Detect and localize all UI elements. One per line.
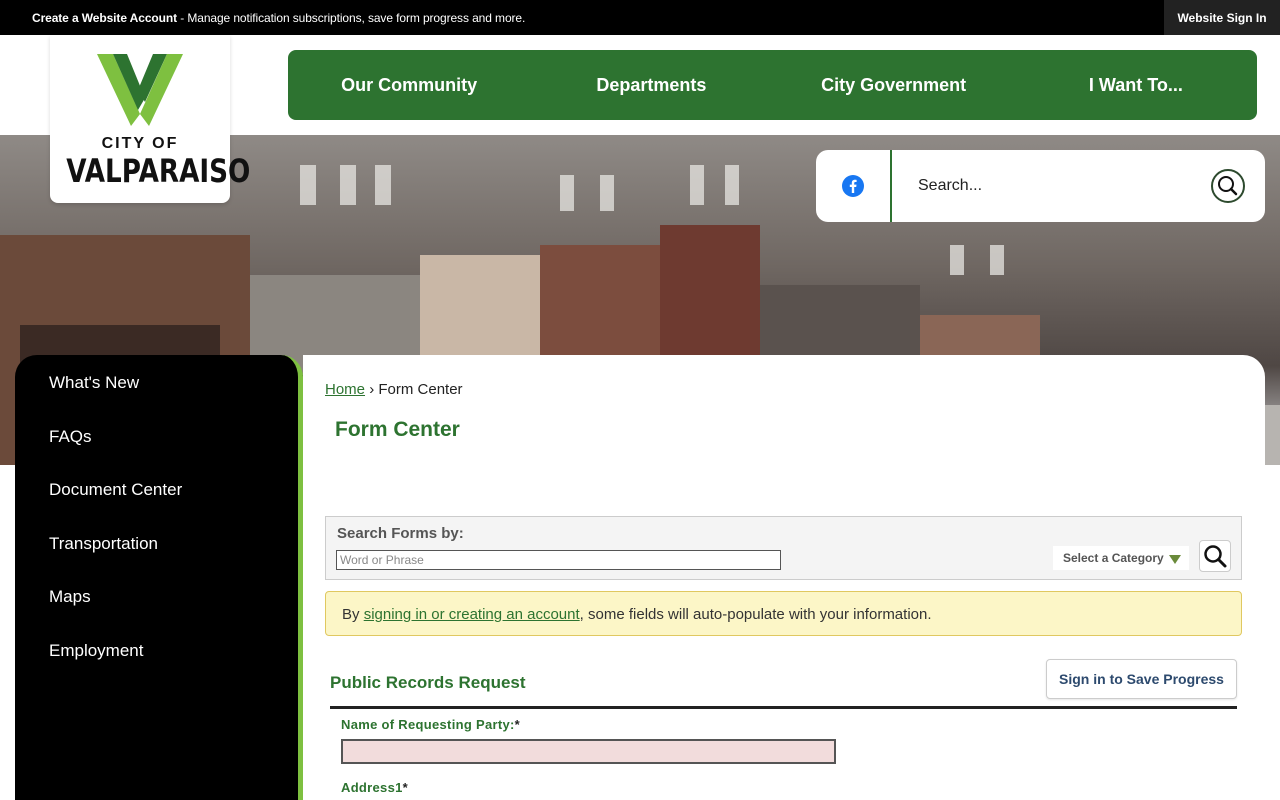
search-icon [1218,176,1238,196]
sign-in-create-account-link[interactable]: signing in or creating an account [364,606,580,623]
sidebar-item-transportation[interactable]: Transportation [49,534,158,554]
category-select-label: Select a Category [1063,551,1164,565]
main-navigation: Our Community Departments City Governmen… [288,50,1257,120]
top-utility-bar: Create a Website Account - Manage notifi… [0,0,1280,35]
search-forms-button[interactable] [1199,540,1231,572]
field-label-address1-text: Address1 [341,780,403,795]
field-label-name-text: Name of Requesting Party: [341,717,515,732]
breadcrumb-home-link[interactable]: Home [325,381,365,398]
logo-line-city-of: CITY OF [101,135,179,152]
breadcrumb-separator: › [369,381,375,398]
notice-prefix: By [342,606,364,623]
search-button[interactable] [1211,169,1245,203]
category-select[interactable]: Select a Category [1053,546,1189,570]
logo-line-valparaiso: VALPARAISO [66,152,251,190]
nav-i-want-to[interactable]: I Want To... [1015,75,1257,96]
required-marker: * [514,717,521,732]
facebook-icon [842,175,864,197]
search-input[interactable]: Search... [918,177,982,195]
sidebar-item-document-center[interactable]: Document Center [49,480,182,500]
facebook-link[interactable] [816,150,892,222]
breadcrumb-current: Form Center [378,381,463,398]
valparaiso-v-logo-icon [97,54,183,126]
sign-in-save-progress-button[interactable]: Sign in to Save Progress [1046,659,1237,699]
search-forms-label: Search Forms by: [337,525,464,542]
sidebar-item-faqs[interactable]: FAQs [49,427,92,447]
notice-suffix: , some fields will auto-populate with yo… [579,606,932,623]
nav-city-government[interactable]: City Government [773,75,1015,96]
sidebar-item-employment[interactable]: Employment [49,641,143,661]
create-account-link[interactable]: Create a Website Account - Manage notifi… [32,11,525,25]
city-logo[interactable]: CITY OF VALPARAISO [50,35,251,203]
name-of-requesting-party-input[interactable] [341,739,836,764]
main-content: Home › Form Center Form Center Search Fo… [303,355,1265,800]
sign-in-notice: By signing in or creating an account, so… [325,591,1242,636]
sidebar-item-maps[interactable]: Maps [49,587,91,607]
create-account-desc: - Manage notification subscriptions, sav… [176,11,526,25]
field-label-address1: Address1* [341,780,408,795]
website-sign-in-button[interactable]: Website Sign In [1164,0,1280,35]
sidebar-item-whats-new[interactable]: What's New [49,373,139,393]
form-divider [330,706,1237,709]
nav-departments[interactable]: Departments [530,75,772,96]
search-forms-input[interactable]: Word or Phrase [336,550,781,570]
form-title: Public Records Request [330,673,526,692]
side-navigation: What's New FAQs Document Center Transpor… [15,355,303,800]
field-label-name: Name of Requesting Party:* [341,717,520,732]
required-marker: * [402,780,409,795]
page-title: Form Center [335,418,460,441]
create-account-bold: Create a Website Account [32,11,177,25]
nav-our-community[interactable]: Our Community [288,75,530,96]
site-search: Search... [816,150,1265,222]
breadcrumb: Home › Form Center [325,381,463,398]
search-icon [1204,545,1227,568]
search-forms-panel: Search Forms by: Word or Phrase Select a… [325,516,1242,580]
chevron-down-icon [1169,555,1181,564]
